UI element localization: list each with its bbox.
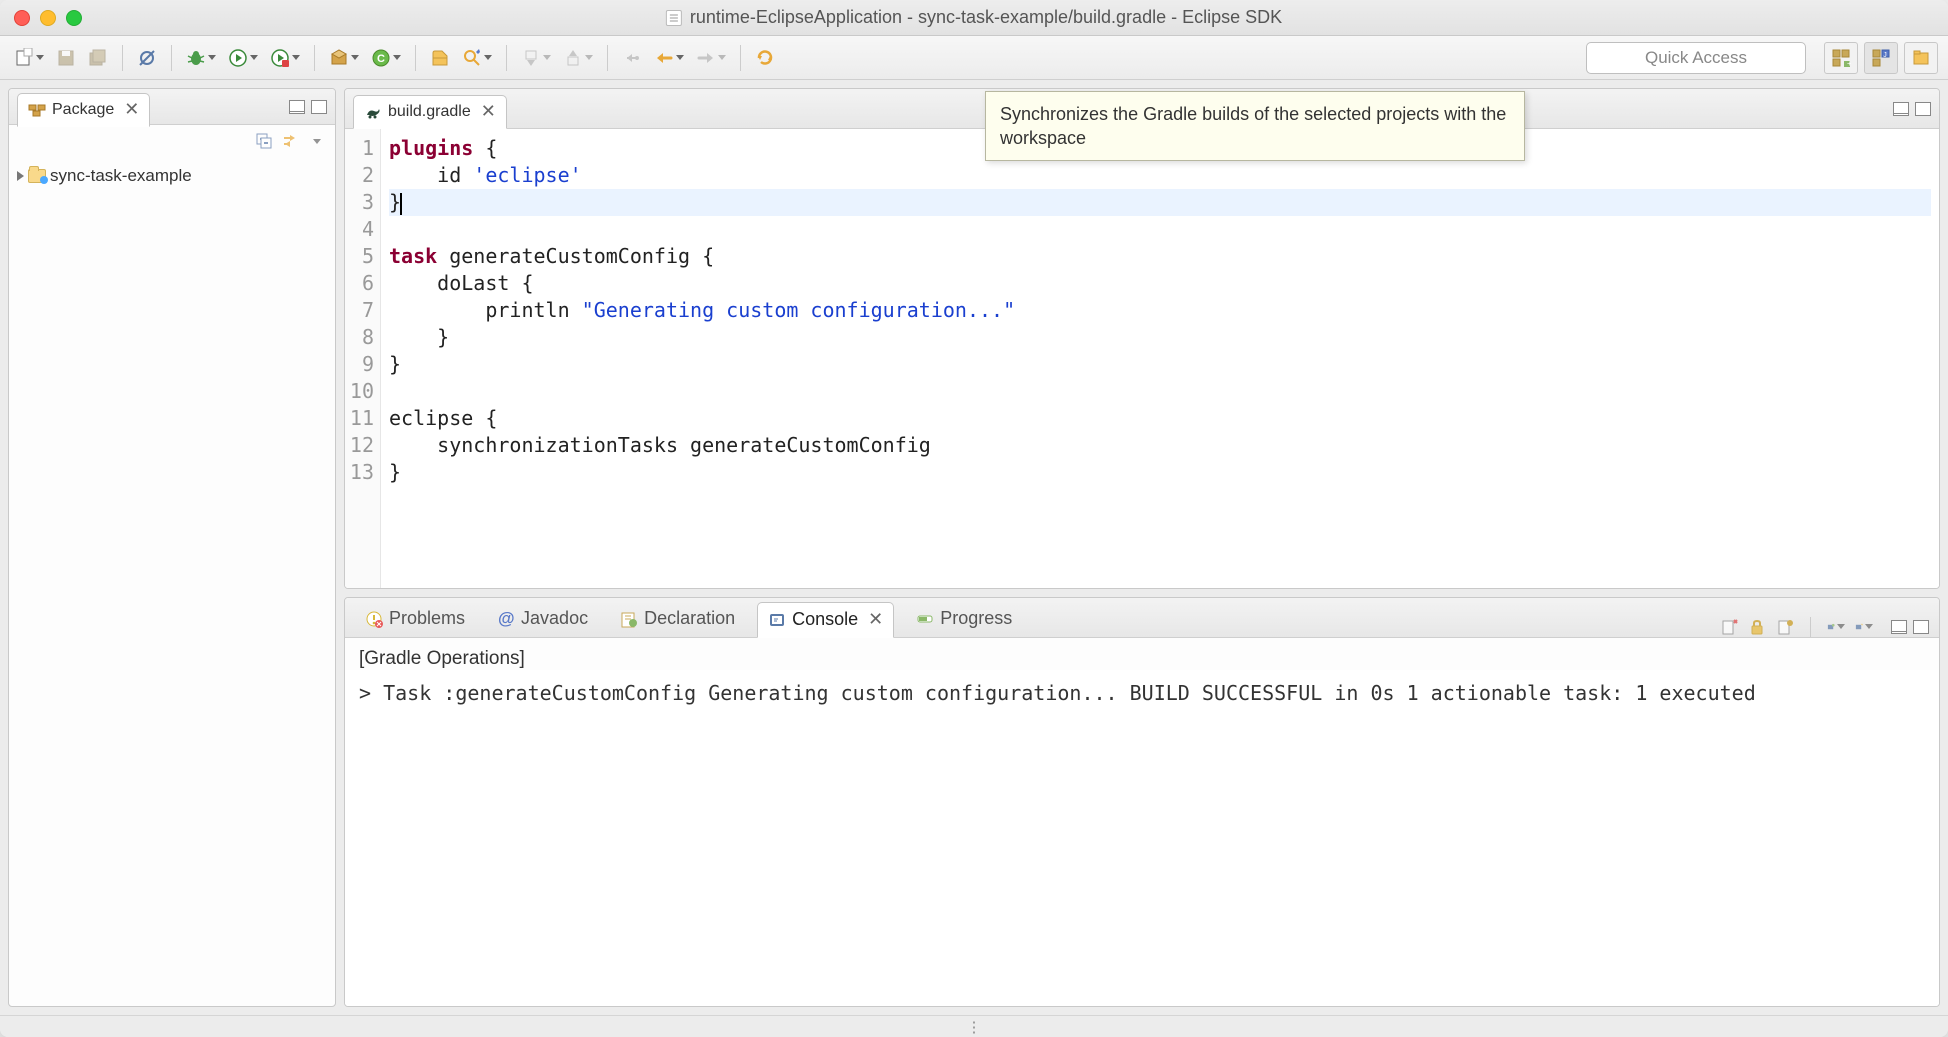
- java-perspective-button[interactable]: J: [1864, 42, 1898, 74]
- close-window-button[interactable]: [14, 10, 30, 26]
- open-console-button[interactable]: [1855, 618, 1873, 636]
- maximize-window-button[interactable]: [66, 10, 82, 26]
- tooltip-popup: Synchronizes the Gradle builds of the se…: [985, 91, 1525, 161]
- editor-tab-label: build.gradle: [388, 103, 471, 121]
- javadoc-tab[interactable]: @ Javadoc: [487, 601, 598, 637]
- editor-tab[interactable]: build.gradle ✕: [353, 95, 507, 129]
- package-explorer-toolbar: [9, 125, 335, 157]
- svg-text:J: J: [1883, 52, 1887, 59]
- link-with-editor-button[interactable]: [281, 132, 299, 150]
- new-java-class-button[interactable]: C: [367, 43, 405, 73]
- run-last-tool-button[interactable]: [266, 43, 304, 73]
- javadoc-tab-label: Javadoc: [521, 608, 588, 629]
- view-menu-button[interactable]: [307, 132, 325, 150]
- pin-console-button[interactable]: [1776, 618, 1794, 636]
- console-tab[interactable]: Console ✕: [757, 602, 894, 638]
- main-area: build.gradle ✕ Synchronizes the Gradle b…: [344, 88, 1940, 1007]
- package-explorer-panel: Package ✕ sync-task-example: [8, 88, 336, 1007]
- collapse-all-button[interactable]: [255, 132, 273, 150]
- problems-tab[interactable]: Problems: [355, 601, 475, 637]
- progress-tab[interactable]: Progress: [906, 601, 1022, 637]
- expand-caret-icon[interactable]: [17, 171, 24, 181]
- javadoc-icon: @: [497, 610, 515, 628]
- maximize-view-button[interactable]: [311, 100, 327, 114]
- clear-console-button[interactable]: [1720, 618, 1738, 636]
- code-area[interactable]: plugins { id 'eclipse' } task generateCu…: [381, 129, 1939, 588]
- console-icon: [768, 611, 786, 629]
- new-java-package-button[interactable]: [325, 43, 363, 73]
- package-explorer-label: Package: [52, 101, 114, 119]
- svg-text:+: +: [1847, 59, 1851, 68]
- svg-text:C: C: [377, 53, 385, 65]
- save-all-button[interactable]: [84, 43, 112, 73]
- refresh-gradle-button[interactable]: [751, 43, 779, 73]
- quick-access-field[interactable]: Quick Access: [1586, 42, 1806, 74]
- line-number-gutter: 12345678910111213: [345, 129, 381, 588]
- next-annotation-button[interactable]: [559, 43, 597, 73]
- close-tab-icon[interactable]: ✕: [124, 99, 139, 120]
- package-explorer-header: Package ✕: [9, 89, 335, 125]
- declaration-icon: [620, 610, 638, 628]
- window-title: runtime-EclipseApplication - sync-task-e…: [666, 7, 1282, 28]
- tooltip-text: Synchronizes the Gradle builds of the se…: [1000, 104, 1506, 148]
- save-button[interactable]: [52, 43, 80, 73]
- console-output[interactable]: > Task :generateCustomConfig Generating …: [345, 670, 1939, 1006]
- document-icon: [666, 10, 682, 26]
- console-toolbar: [1720, 617, 1929, 637]
- editor-body[interactable]: 12345678910111213 plugins { id 'eclipse'…: [345, 129, 1939, 588]
- new-button[interactable]: [10, 43, 48, 73]
- project-name-label: sync-task-example: [50, 166, 192, 186]
- bottom-panel: Problems @ Javadoc Declaration Console ✕: [344, 597, 1940, 1007]
- eclipse-window: runtime-EclipseApplication - sync-task-e…: [0, 0, 1948, 1037]
- display-console-button[interactable]: [1827, 618, 1845, 636]
- prev-annotation-button[interactable]: [517, 43, 555, 73]
- maximize-editor-button[interactable]: [1915, 102, 1931, 116]
- minimize-editor-button[interactable]: [1893, 102, 1909, 116]
- console-tab-label: Console: [792, 609, 858, 630]
- progress-icon: [916, 610, 934, 628]
- project-tree-item[interactable]: sync-task-example: [17, 163, 327, 189]
- progress-tab-label: Progress: [940, 608, 1012, 629]
- last-edit-location-button[interactable]: [618, 43, 646, 73]
- declaration-tab[interactable]: Declaration: [610, 601, 745, 637]
- open-perspective-button[interactable]: +: [1824, 42, 1858, 74]
- resource-perspective-button[interactable]: [1904, 42, 1938, 74]
- editor-panel: build.gradle ✕ Synchronizes the Gradle b…: [344, 88, 1940, 589]
- open-type-button[interactable]: [426, 43, 454, 73]
- project-folder-icon: [28, 169, 46, 183]
- minimize-bottom-button[interactable]: [1891, 620, 1907, 634]
- debug-button[interactable]: [182, 43, 220, 73]
- status-bar: ⋮: [0, 1015, 1948, 1037]
- window-title-text: runtime-EclipseApplication - sync-task-e…: [690, 7, 1282, 28]
- problems-tab-label: Problems: [389, 608, 465, 629]
- perspective-switcher: + J: [1824, 42, 1938, 74]
- minimize-view-button[interactable]: [289, 100, 305, 114]
- problems-icon: [365, 610, 383, 628]
- run-button[interactable]: [224, 43, 262, 73]
- scroll-lock-button[interactable]: [1748, 618, 1766, 636]
- quick-access-placeholder: Quick Access: [1645, 48, 1747, 68]
- bottom-tabs: Problems @ Javadoc Declaration Console ✕: [345, 598, 1939, 638]
- gradle-file-icon: [364, 103, 382, 121]
- titlebar: runtime-EclipseApplication - sync-task-e…: [0, 0, 1948, 36]
- skip-breakpoints-button[interactable]: [133, 43, 161, 73]
- workspace: Package ✕ sync-task-example: [0, 80, 1948, 1015]
- window-controls: [14, 10, 82, 26]
- console-header-label: [Gradle Operations]: [345, 638, 1939, 670]
- close-editor-icon[interactable]: ✕: [481, 101, 496, 122]
- maximize-bottom-button[interactable]: [1913, 620, 1929, 634]
- declaration-tab-label: Declaration: [644, 608, 735, 629]
- package-explorer-tab[interactable]: Package ✕: [17, 93, 150, 127]
- minimize-window-button[interactable]: [40, 10, 56, 26]
- forward-button[interactable]: [692, 43, 730, 73]
- dropdown-arrow-icon: [36, 55, 44, 60]
- close-console-icon[interactable]: ✕: [868, 609, 883, 630]
- main-toolbar: C Quick Access + J: [0, 36, 1948, 80]
- package-icon: [28, 101, 46, 119]
- search-button[interactable]: [458, 43, 496, 73]
- back-button[interactable]: [650, 43, 688, 73]
- project-tree: sync-task-example: [9, 157, 335, 197]
